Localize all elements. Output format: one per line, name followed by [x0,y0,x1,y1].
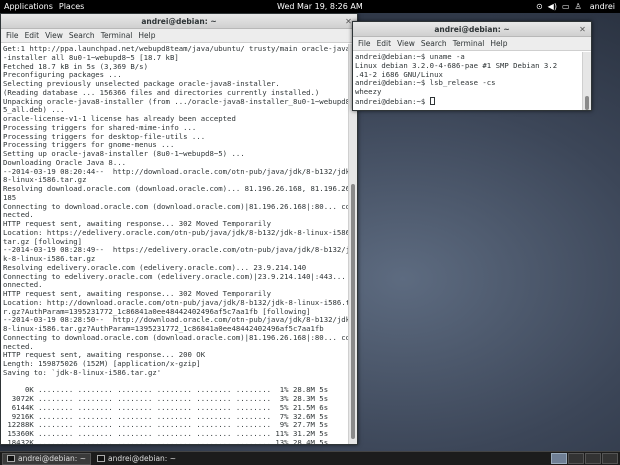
status-area: ⊙ ◀) ▭ ♙ andrei [536,0,618,13]
terminal-line: andrei@debian:~$ lsb_release -cs [355,78,496,88]
menu-help[interactable]: Help [487,39,510,48]
terminal-line: 18432K ........ ........ ........ ......… [3,437,329,444]
terminal-prompt: andrei@debian:~$ [355,96,430,106]
network-icon[interactable]: ⊙ [536,0,543,13]
taskbar-item[interactable]: andrei@debian: ~ [93,453,180,465]
terminal-window-main[interactable]: andrei@debian: ~ ✕ File Edit View Search… [0,13,358,445]
workspace-3[interactable] [585,453,601,464]
terminal-window-small[interactable]: andrei@debian: ~ ✕ File Edit View Search… [352,21,592,111]
taskbar-item[interactable]: andrei@debian: ~ [2,452,91,465]
window-titlebar[interactable]: andrei@debian: ~ ✕ [353,22,591,37]
menu-bar: File Edit View Search Terminal Help [1,29,357,43]
window-title: andrei@debian: ~ [434,25,510,34]
volume-icon[interactable]: ◀) [548,0,557,13]
terminal-prompt-line: andrei@debian:~$ [355,96,582,107]
bottom-panel: andrei@debian: ~ andrei@debian: ~ [0,451,620,465]
menu-file[interactable]: File [355,39,374,48]
terminal-cursor [429,96,435,105]
menu-view[interactable]: View [42,31,66,40]
menu-edit[interactable]: Edit [22,31,43,40]
workspace-switcher [551,453,618,464]
taskbar-item-label: andrei@debian: ~ [108,453,176,463]
clock[interactable]: Wed Mar 19, 8:26 AM [274,0,366,13]
scrollbar-thumb[interactable] [351,184,355,439]
user-menu[interactable]: andrei [587,0,618,13]
top-panel: Applications Places Wed Mar 19, 8:26 AM … [0,0,620,13]
workspace-4[interactable] [602,453,618,464]
workspace-2[interactable] [568,453,584,464]
menu-search[interactable]: Search [418,39,450,48]
terminal-output[interactable]: andrei@debian:~$ uname -a Linux debian 3.… [353,52,582,110]
window-titlebar[interactable]: andrei@debian: ~ ✕ [1,14,357,29]
places-menu[interactable]: Places [56,0,87,13]
terminal-line: Saving to: `jdk-8-linux-i586.tar.gz' [3,367,162,377]
terminal-line: Connecting to download.oracle.com (downl… [3,332,348,342]
taskbar-item-label: andrei@debian: ~ [18,453,86,463]
menu-view[interactable]: View [394,39,418,48]
scrollbar-thumb[interactable] [585,96,589,110]
terminal-icon [97,455,105,462]
menu-terminal[interactable]: Terminal [98,31,136,40]
menu-file[interactable]: File [3,31,22,40]
menu-bar: File Edit View Search Terminal Help [353,37,591,51]
user-icon[interactable]: ♙ [575,0,582,13]
window-title: andrei@debian: ~ [141,17,217,26]
terminal-icon [7,455,15,462]
applications-menu[interactable]: Applications [0,0,56,13]
workspace-1[interactable] [551,453,567,464]
menu-search[interactable]: Search [66,31,98,40]
terminal-line: wheezy [355,87,382,96]
menu-help[interactable]: Help [135,31,158,40]
menu-terminal[interactable]: Terminal [450,39,488,48]
terminal-line: Resolving download.oracle.com (download.… [3,184,348,193]
chat-icon[interactable]: ▭ [562,0,570,13]
terminal-output[interactable]: Get:1 http://ppa.launchpad.net/webupd8te… [1,44,348,444]
menu-edit[interactable]: Edit [374,39,395,48]
scrollbar[interactable] [582,52,591,110]
terminal-line: Connecting to download.oracle.com (downl… [3,201,348,211]
terminal-line: Connecting to edelivery.oracle.com (edel… [3,271,348,281]
close-icon[interactable]: ✕ [577,24,588,35]
